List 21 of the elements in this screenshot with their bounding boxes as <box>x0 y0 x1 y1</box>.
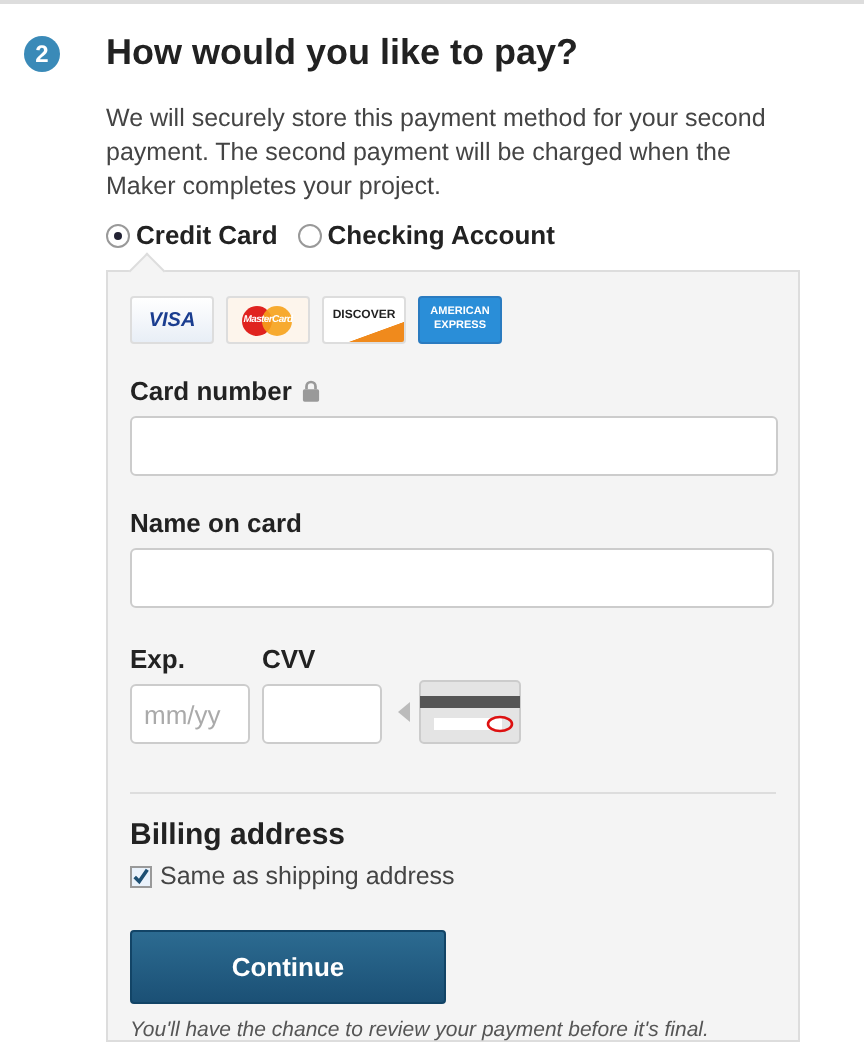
review-note: You'll have the chance to review your payment before it's final. <box>130 1018 711 1042</box>
card-back-icon <box>398 680 522 744</box>
field-label: CVV <box>262 644 316 674</box>
checkmark-icon <box>132 866 150 886</box>
same-address-checkbox[interactable]: Same as shipping address <box>130 862 776 890</box>
continue-button[interactable]: Continue <box>130 930 446 1004</box>
payment-method-radio[interactable]: Checking Account <box>297 220 555 250</box>
step-number-badge: 2 <box>24 35 60 71</box>
description-text: We will securely store this payment method for your second payment. The second payment will be charged when the Maker completes your project. <box>106 102 768 204</box>
card-logo: VISA <box>130 296 214 344</box>
name-field[interactable] <box>130 548 774 608</box>
section-title: How would you like to pay? <box>106 32 579 74</box>
card-number-field[interactable] <box>130 416 778 476</box>
cvv-field[interactable] <box>262 684 382 744</box>
expiry-field[interactable]: mm/yy <box>130 684 250 744</box>
payment-method-radio[interactable]: Credit Card <box>106 220 278 250</box>
billing-title: Billing address <box>130 818 348 852</box>
lock-icon <box>301 380 320 402</box>
field-label: Name on card <box>130 508 302 538</box>
field-label: Card number <box>130 376 292 406</box>
field-label: Exp. <box>130 644 185 674</box>
